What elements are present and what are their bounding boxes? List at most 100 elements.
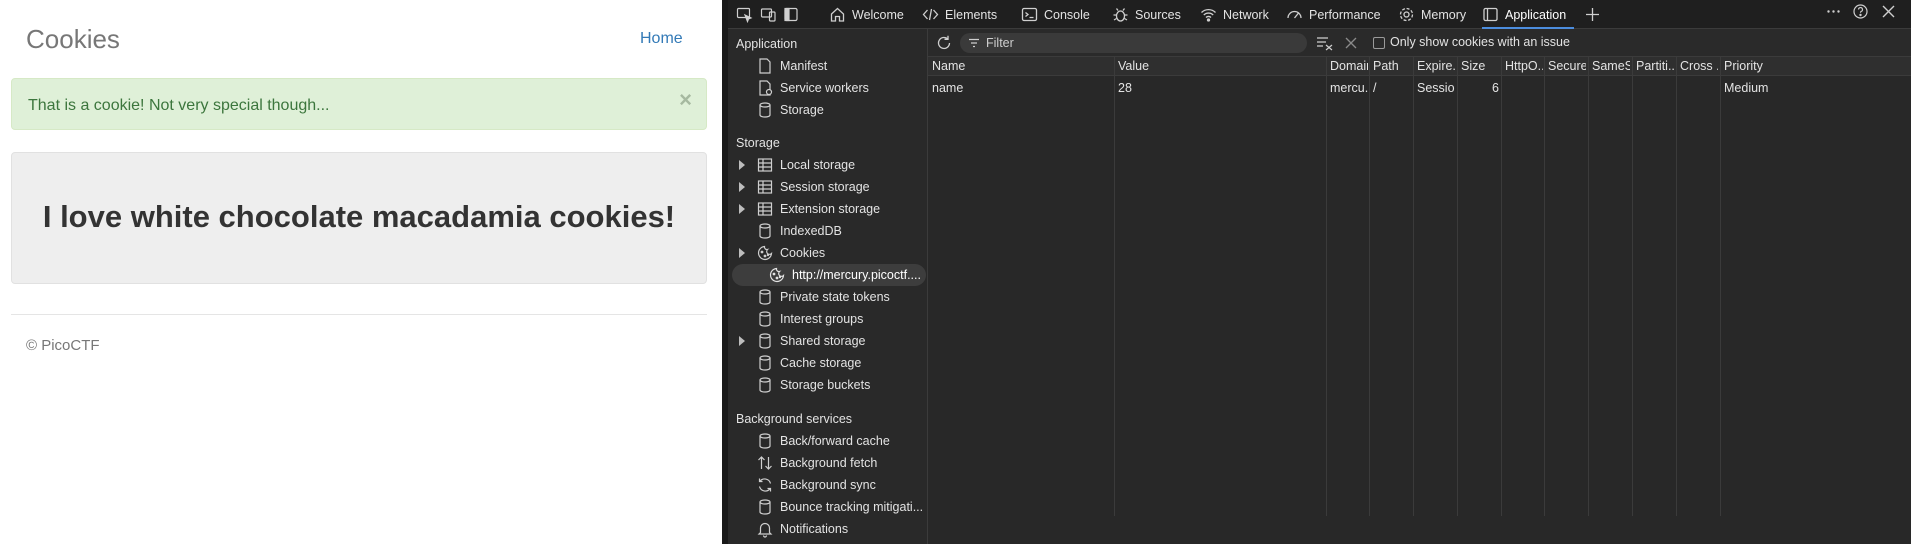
code-icon (922, 8, 939, 21)
database-icon (756, 332, 774, 350)
nav-home-link[interactable]: Home (640, 30, 683, 48)
column-divider[interactable] (1457, 57, 1458, 516)
inspect-element-icon[interactable] (736, 6, 753, 24)
expand-arrow-icon[interactable] (739, 160, 745, 170)
table-grid-icon (756, 156, 774, 174)
column-header-domain[interactable]: Domain (1330, 59, 1368, 73)
database-icon (756, 432, 774, 450)
cell-name[interactable]: name (932, 81, 1110, 95)
cell-domain[interactable]: mercu... (1330, 81, 1368, 95)
column-header-httponly[interactable]: HttpO... (1505, 59, 1543, 73)
gauge-icon (1287, 10, 1302, 19)
cell-size[interactable]: 6 (1461, 81, 1499, 95)
footer-divider (11, 314, 707, 315)
sidebar-item-extension-storage[interactable]: Extension storage (728, 198, 926, 220)
column-header-priority[interactable]: Priority (1724, 59, 1772, 73)
close-devtools-icon[interactable] (1880, 3, 1897, 20)
tab-elements[interactable]: Elements (922, 0, 997, 29)
column-header-value[interactable]: Value (1118, 59, 1322, 73)
alert-close-icon[interactable]: × (679, 89, 692, 111)
sidebar-item-cookies[interactable]: Cookies (728, 242, 926, 264)
success-alert: That is a cookie! Not very special thoug… (11, 78, 707, 130)
tab-welcome[interactable]: Welcome (829, 0, 904, 29)
column-header-expires[interactable]: Expire... (1417, 59, 1455, 73)
gear-icon (1399, 7, 1414, 22)
sidebar-item-background-sync[interactable]: Background sync (728, 474, 926, 496)
column-divider[interactable] (1676, 57, 1677, 516)
sidebar-item-background-fetch[interactable]: Background fetch (728, 452, 926, 474)
column-header-name[interactable]: Name (932, 59, 1110, 73)
database-icon (756, 498, 774, 516)
bell-icon (756, 520, 774, 538)
tab-application[interactable]: Application (1482, 0, 1575, 29)
service-worker-icon (756, 79, 774, 97)
column-divider[interactable] (1413, 57, 1414, 516)
column-divider[interactable] (1326, 57, 1327, 516)
expand-arrow-icon[interactable] (739, 204, 745, 214)
expand-arrow-icon[interactable] (739, 182, 745, 192)
device-toolbar-icon[interactable] (760, 6, 777, 23)
tab-sources[interactable]: Sources (1112, 0, 1181, 29)
sidebar-item-interest-groups[interactable]: Interest groups (728, 308, 926, 330)
database-icon (756, 222, 774, 240)
sidebar-item-service-workers[interactable]: Service workers (728, 77, 926, 99)
sidebar-item-back-forward-cache[interactable]: Back/forward cache (728, 430, 926, 452)
add-tab-icon[interactable] (1584, 6, 1601, 23)
sidebar-item-indexeddb[interactable]: IndexedDB (728, 220, 926, 242)
tab-network[interactable]: Network (1200, 0, 1269, 29)
database-icon (756, 288, 774, 306)
sidebar-item-notifications[interactable]: Notifications (728, 518, 926, 540)
sidebar-item-session-storage[interactable]: Session storage (728, 176, 926, 198)
column-divider[interactable] (1544, 57, 1545, 516)
alert-message: That is a cookie! Not very special thoug… (28, 97, 330, 114)
sidebar-item-storage-buckets[interactable]: Storage buckets (728, 374, 926, 396)
database-icon (756, 376, 774, 394)
jumbotron-heading: I love white chocolate macadamia cookies… (42, 199, 676, 234)
column-divider[interactable] (1369, 57, 1370, 516)
sidebar-item-bounce-tracking[interactable]: Bounce tracking mitigati... (728, 496, 926, 518)
help-icon[interactable] (1852, 3, 1869, 20)
database-icon (756, 101, 774, 119)
column-header-cross-site[interactable]: Cross ... (1680, 59, 1718, 73)
expand-arrow-icon[interactable] (739, 336, 745, 346)
cell-priority[interactable]: Medium (1724, 81, 1772, 95)
column-header-partition-key[interactable]: Partiti... (1636, 59, 1674, 73)
sidebar-item-cache-storage[interactable]: Cache storage (728, 352, 926, 374)
column-divider[interactable] (1501, 57, 1502, 516)
sidebar-item-manifest[interactable]: Manifest (728, 55, 926, 77)
section-background-services: Background services (736, 412, 853, 426)
file-icon (756, 57, 774, 75)
column-header-path[interactable]: Path (1373, 59, 1411, 73)
cookies-table: Name Value Domain Path Expire... Size Ht… (928, 29, 1911, 516)
sidebar-item-cookie-origin[interactable]: http://mercury.picoctf.... (732, 264, 926, 286)
cookies-panel: Only show cookies with an issue Name Val… (928, 29, 1911, 544)
column-header-size[interactable]: Size (1461, 59, 1499, 73)
tab-memory[interactable]: Memory (1398, 0, 1466, 29)
column-divider[interactable] (1632, 57, 1633, 516)
cell-path[interactable]: / (1373, 81, 1411, 95)
toggle-sidebar-icon[interactable] (783, 6, 800, 23)
cookie-icon (768, 266, 786, 284)
table-grid-icon (756, 200, 774, 218)
site-brand[interactable]: Cookies (26, 24, 120, 55)
column-divider[interactable] (1114, 57, 1115, 516)
devtools-tabbar: Welcome Elements Console Sources Network… (728, 0, 1911, 29)
sidebar-item-storage[interactable]: Storage (728, 99, 926, 121)
column-divider[interactable] (1720, 57, 1721, 516)
sidebar-item-private-state-tokens[interactable]: Private state tokens (728, 286, 926, 308)
more-options-icon[interactable] (1825, 3, 1842, 20)
expand-arrow-icon[interactable] (739, 248, 745, 258)
column-divider[interactable] (1588, 57, 1589, 516)
sync-icon (756, 476, 774, 494)
cell-expires[interactable]: Session (1417, 81, 1455, 95)
tab-performance[interactable]: Performance (1286, 0, 1381, 29)
column-header-samesite[interactable]: SameS... (1592, 59, 1630, 73)
column-header-secure[interactable]: Secure (1548, 59, 1586, 73)
cell-value[interactable]: 28 (1118, 81, 1322, 95)
tab-console[interactable]: Console (1021, 0, 1090, 29)
sidebar-item-shared-storage[interactable]: Shared storage (728, 330, 926, 352)
cookie-icon (756, 244, 774, 262)
sidebar-item-local-storage[interactable]: Local storage (728, 154, 926, 176)
up-down-arrows-icon (756, 454, 774, 472)
database-icon (756, 354, 774, 372)
